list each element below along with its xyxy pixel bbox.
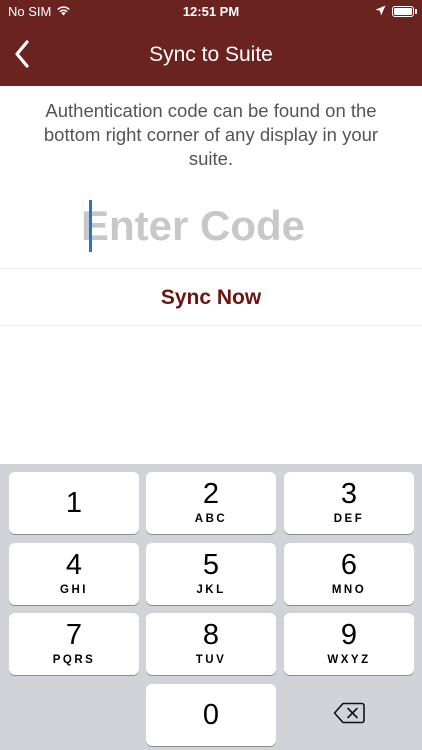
key-digit: 8 [202,619,220,651]
screen: No SIM 12:51 PM Sync to Suite Authentica… [0,0,422,750]
code-input[interactable] [81,202,341,250]
key-letters: MNO [331,584,367,596]
key-6[interactable]: 6 MNO [284,543,414,605]
key-digit: 1 [65,487,83,519]
key-digit: 4 [65,549,83,581]
key-letters: JKL [196,584,226,596]
key-0[interactable]: 0 [146,684,276,746]
key-digit: 9 [340,619,358,651]
key-letters: WXYZ [327,654,371,666]
key-4[interactable]: 4 GHI [9,543,139,605]
key-8[interactable]: 8 TUV [146,613,276,675]
location-arrow-icon [375,4,386,19]
delete-key[interactable] [284,682,414,744]
key-7[interactable]: 7 PQRS [9,613,139,675]
key-digit: 7 [65,619,83,651]
page-title: Sync to Suite [149,43,273,66]
key-letters: PQRS [52,654,96,666]
key-digit: 5 [202,549,220,581]
key-9[interactable]: 9 WXYZ [284,613,414,675]
header: No SIM 12:51 PM Sync to Suite [0,0,422,86]
text-cursor [89,200,92,252]
status-bar: No SIM 12:51 PM [0,0,422,24]
status-time: 12:51 PM [182,4,240,19]
code-input-wrap [0,196,422,256]
status-right [375,4,417,19]
instructions-text: Authentication code can be found on the … [43,100,379,169]
key-letters: DEF [333,513,365,525]
backspace-icon [333,702,365,724]
sync-now-button[interactable]: Sync Now [0,270,422,325]
key-letters: TUV [195,654,227,666]
divider-top [0,268,422,269]
key-digit: 3 [340,478,358,510]
key-digit: 0 [202,699,220,731]
key-letters: ABC [194,513,228,525]
key-1[interactable]: 1 [9,472,139,534]
battery-icon [392,6,417,17]
nav-bar: Sync to Suite [0,24,422,86]
key-digit: 2 [202,478,220,510]
key-3[interactable]: 3 DEF [284,472,414,534]
numeric-keypad: 1 2 ABC 3 DEF 4 GHI 5 JKL 6 MNO 7 PQRS 8 [0,464,422,750]
key-letters: GHI [60,584,88,596]
divider-bottom [0,325,422,326]
key-digit: 6 [340,549,358,581]
key-2[interactable]: 2 ABC [146,472,276,534]
key-5[interactable]: 5 JKL [146,543,276,605]
